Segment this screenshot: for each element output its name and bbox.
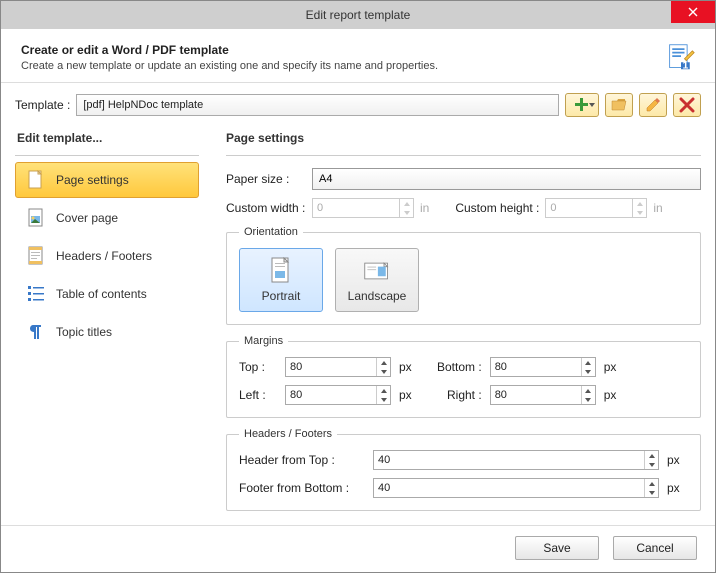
- sidebar: Edit template... Page settings Cover pag…: [15, 127, 210, 515]
- spin-up-icon[interactable]: [582, 358, 595, 367]
- content-panel: Page settings Paper size : A4 Custom wid…: [210, 127, 701, 515]
- sidebar-item-label: Topic titles: [56, 325, 112, 339]
- sidebar-item-label: Table of contents: [56, 287, 147, 301]
- window-title: Edit report template: [306, 8, 411, 22]
- custom-width-label: Custom width :: [226, 201, 306, 215]
- unit-px: px: [604, 360, 617, 374]
- dialog-footer: Save Cancel: [1, 525, 715, 570]
- pilcrow-icon: [26, 322, 46, 342]
- header-subtitle: Create a new template or update an exist…: [21, 60, 438, 72]
- margin-bottom-input[interactable]: [490, 357, 596, 377]
- sidebar-item-toc[interactable]: Table of contents: [15, 276, 199, 312]
- svg-text:1: 1: [682, 59, 688, 71]
- portrait-label: Portrait: [262, 289, 301, 303]
- close-button[interactable]: [671, 1, 715, 23]
- edit-template-button[interactable]: [639, 93, 667, 117]
- close-icon: [688, 7, 698, 17]
- spin-up-icon[interactable]: [377, 358, 390, 367]
- spin-up-icon[interactable]: [582, 386, 595, 395]
- headers-footers-icon: [26, 246, 46, 266]
- titlebar: Edit report template: [1, 1, 715, 29]
- portrait-button[interactable]: Portrait: [239, 248, 323, 312]
- footer-from-bottom-input[interactable]: [373, 478, 659, 498]
- cover-page-icon: [26, 208, 46, 228]
- pencil-icon: [645, 97, 661, 113]
- spin-up-icon: [400, 199, 413, 208]
- spin-down-icon[interactable]: [582, 367, 595, 376]
- landscape-icon: [363, 257, 391, 285]
- unit-in: in: [420, 201, 429, 215]
- template-select[interactable]: [pdf] HelpNDoc template: [76, 94, 559, 116]
- unit-px: px: [604, 388, 617, 402]
- custom-height-label: Custom height :: [455, 201, 539, 215]
- footer-from-bottom-label: Footer from Bottom :: [239, 481, 365, 495]
- landscape-label: Landscape: [348, 289, 407, 303]
- spin-down-icon[interactable]: [645, 488, 658, 497]
- margin-bottom-label: Bottom :: [426, 360, 482, 374]
- sidebar-item-cover-page[interactable]: Cover page: [15, 200, 199, 236]
- hf-legend: Headers / Footers: [239, 428, 337, 440]
- unit-px: px: [399, 388, 412, 402]
- spin-up-icon: [633, 199, 646, 208]
- spin-up-icon[interactable]: [645, 451, 658, 460]
- header-section: Create or edit a Word / PDF template Cre…: [1, 29, 715, 83]
- plus-icon: [574, 97, 590, 113]
- spin-up-icon[interactable]: [377, 386, 390, 395]
- spin-down-icon[interactable]: [582, 395, 595, 404]
- template-row: Template : [pdf] HelpNDoc template: [1, 83, 715, 127]
- content-title: Page settings: [226, 127, 701, 156]
- portrait-icon: [267, 257, 295, 285]
- orientation-legend: Orientation: [239, 226, 303, 238]
- margin-right-input[interactable]: [490, 385, 596, 405]
- template-wizard-icon: 1: [667, 43, 695, 71]
- custom-height-input: [545, 198, 647, 218]
- main-area: Edit template... Page settings Cover pag…: [1, 127, 715, 525]
- cancel-button[interactable]: Cancel: [613, 536, 697, 560]
- save-button[interactable]: Save: [515, 536, 599, 560]
- headers-footers-fieldset: Headers / Footers Header from Top : px F…: [226, 428, 701, 511]
- page-icon: [26, 170, 46, 190]
- sidebar-item-page-settings[interactable]: Page settings: [15, 162, 199, 198]
- spin-down-icon[interactable]: [377, 367, 390, 376]
- margins-legend: Margins: [239, 335, 288, 347]
- margin-top-label: Top :: [239, 360, 277, 374]
- spin-up-icon[interactable]: [645, 479, 658, 488]
- spin-down-icon: [400, 208, 413, 217]
- template-label: Template :: [15, 98, 70, 112]
- margin-left-label: Left :: [239, 388, 277, 402]
- unit-px: px: [667, 453, 680, 467]
- unit-px: px: [667, 481, 680, 495]
- header-from-top-label: Header from Top :: [239, 453, 365, 467]
- paper-size-label: Paper size :: [226, 172, 306, 186]
- delete-template-button[interactable]: [673, 93, 701, 117]
- sidebar-title: Edit template...: [15, 127, 199, 156]
- open-template-button[interactable]: [605, 93, 633, 117]
- paper-size-select[interactable]: A4: [312, 168, 701, 190]
- add-template-button[interactable]: [565, 93, 599, 117]
- header-title: Create or edit a Word / PDF template: [21, 43, 438, 57]
- sidebar-item-headers-footers[interactable]: Headers / Footers: [15, 238, 199, 274]
- spin-down-icon[interactable]: [645, 460, 658, 469]
- margin-right-label: Right :: [426, 388, 482, 402]
- folder-icon: [611, 97, 627, 113]
- sidebar-item-label: Headers / Footers: [56, 249, 152, 263]
- delete-icon: [679, 97, 695, 113]
- sidebar-item-label: Cover page: [56, 211, 118, 225]
- sidebar-item-topic-titles[interactable]: Topic titles: [15, 314, 199, 350]
- custom-width-input: [312, 198, 414, 218]
- orientation-fieldset: Orientation Portrait Landscape: [226, 226, 701, 325]
- spin-down-icon[interactable]: [377, 395, 390, 404]
- sidebar-item-label: Page settings: [56, 173, 129, 187]
- margin-top-input[interactable]: [285, 357, 391, 377]
- unit-in: in: [653, 201, 662, 215]
- toc-icon: [26, 284, 46, 304]
- landscape-button[interactable]: Landscape: [335, 248, 419, 312]
- margins-fieldset: Margins Top : px Bottom : px Left : px R…: [226, 335, 701, 418]
- spin-down-icon: [633, 208, 646, 217]
- unit-px: px: [399, 360, 412, 374]
- margin-left-input[interactable]: [285, 385, 391, 405]
- header-from-top-input[interactable]: [373, 450, 659, 470]
